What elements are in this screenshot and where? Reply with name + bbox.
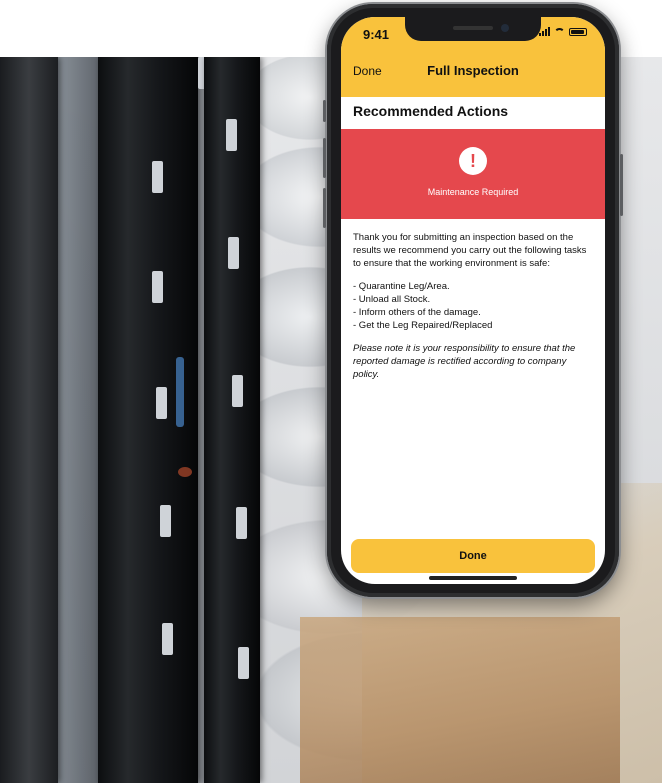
- action-item: - Get the Leg Repaired/Replaced: [353, 320, 493, 331]
- action-list: - Quarantine Leg/Area. - Unload all Stoc…: [353, 280, 595, 332]
- intro-text: Thank you for submitting an inspection b…: [353, 232, 587, 269]
- recommendation-body: Thank you for submitting an inspection b…: [353, 231, 595, 391]
- volume-down-button: [323, 188, 326, 228]
- rack-slot: [162, 623, 173, 655]
- wooden-pallet: [300, 617, 620, 783]
- power-button: [620, 154, 623, 216]
- home-indicator: [429, 576, 517, 580]
- rack-slot: [152, 271, 163, 303]
- alert-message: Maintenance Required: [427, 187, 519, 197]
- action-item: - Quarantine Leg/Area.: [353, 281, 450, 292]
- rack-slot: [156, 387, 167, 419]
- racking-post: [204, 57, 260, 783]
- racking-post: [0, 57, 58, 783]
- done-button[interactable]: Done: [351, 539, 595, 573]
- alert-banner: ! Maintenance Required: [341, 129, 605, 219]
- battery-icon: [569, 27, 587, 36]
- section-title: Recommended Actions: [353, 103, 509, 119]
- rack-slot: [236, 507, 247, 539]
- notch: [405, 17, 541, 41]
- action-item: - Inform others of the damage.: [353, 307, 481, 318]
- rack-slot: [228, 237, 239, 269]
- camera-icon: [501, 24, 509, 32]
- wifi-icon: [554, 27, 565, 36]
- app-screen: 9:41 Done Full Inspection Recommended Ac…: [341, 17, 605, 584]
- speaker-grille: [453, 26, 493, 30]
- mute-switch: [323, 100, 326, 122]
- responsibility-note: Please note it is your responsibility to…: [353, 343, 576, 380]
- status-icons: [539, 27, 587, 36]
- volume-up-button: [323, 138, 326, 178]
- phone-frame: 9:41 Done Full Inspection Recommended Ac…: [323, 4, 623, 597]
- rack-slot: [238, 647, 249, 679]
- exclamation-icon: !: [459, 147, 487, 175]
- rack-slot: [160, 505, 171, 537]
- rack-slot: [232, 375, 243, 407]
- blue-paint-mark: [176, 357, 184, 427]
- rack-slot: [226, 119, 237, 151]
- status-time: 9:41: [363, 27, 390, 42]
- action-item: - Unload all Stock.: [353, 294, 431, 305]
- rust-mark: [178, 467, 192, 477]
- page-title: Full Inspection: [427, 63, 519, 78]
- rack-slot: [152, 161, 163, 193]
